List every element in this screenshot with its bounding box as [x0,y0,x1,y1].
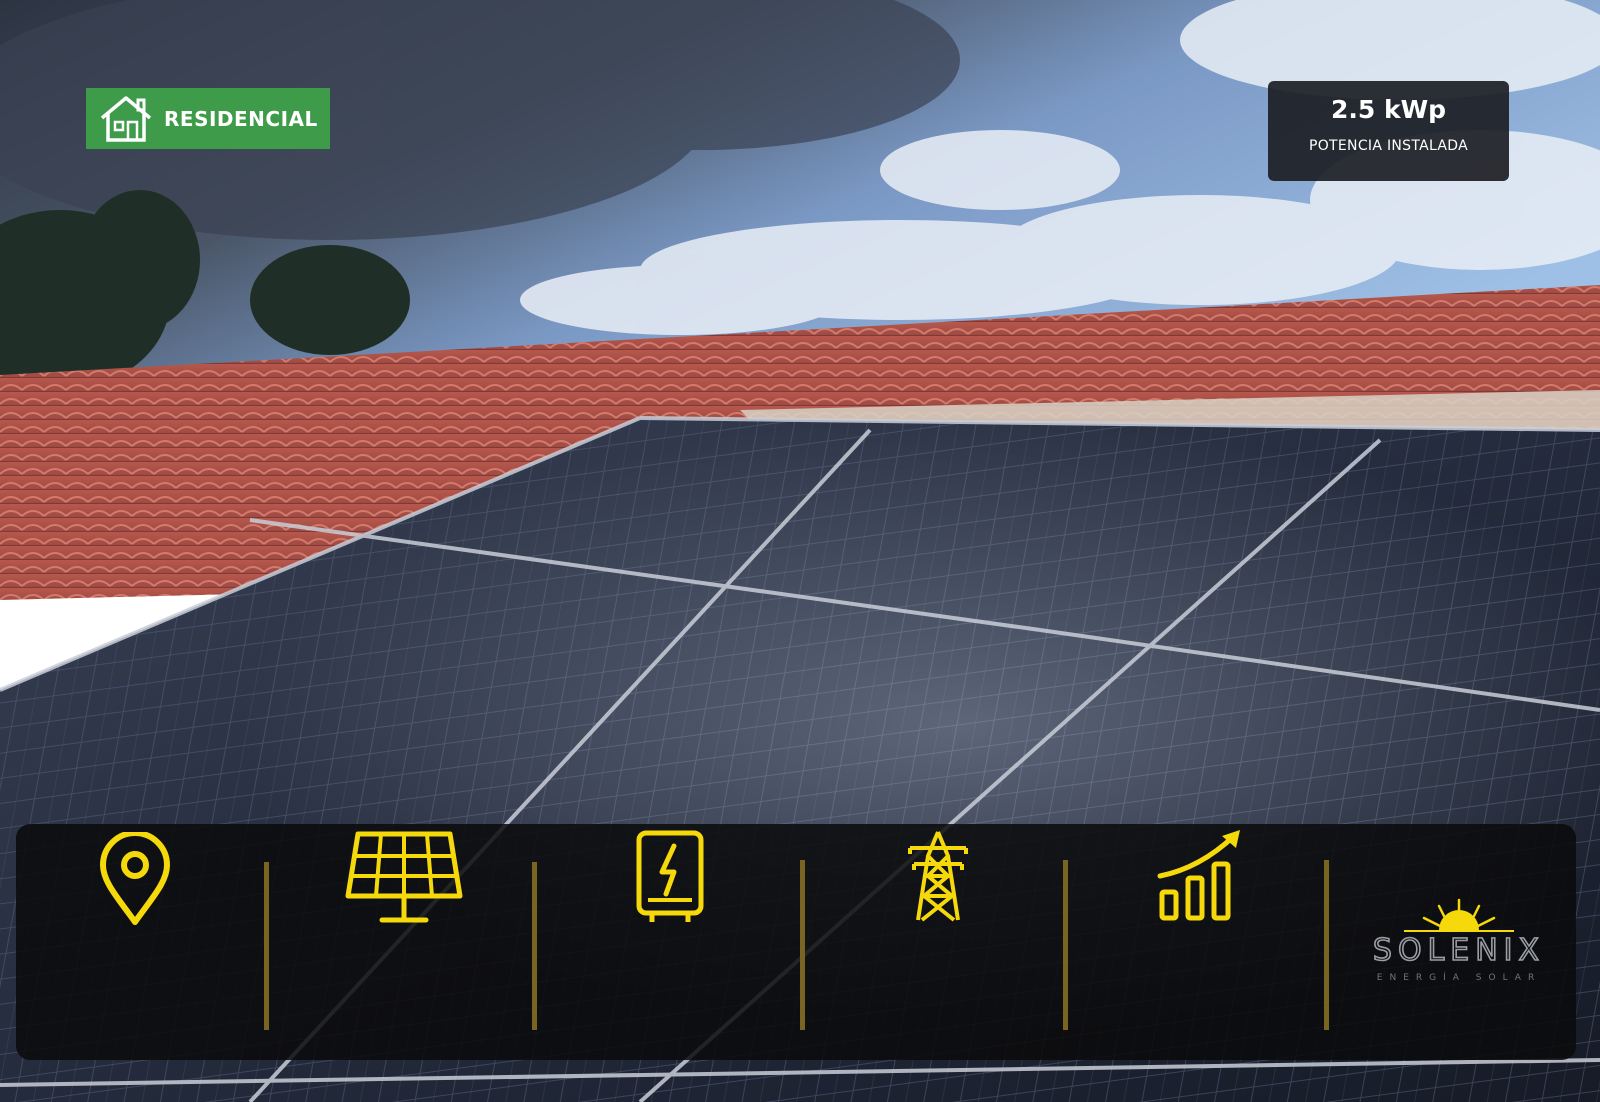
feature-panel: SOLENIX ENERGÍA SOLAR [16,824,1576,1060]
installed-power-card: 2.5 kWp POTENCIA INSTALADA [1268,81,1509,181]
solenix-logo: SOLENIX ENERGÍA SOLAR [1372,898,1545,983]
location-pin-icon [100,832,170,925]
brand-tagline: ENERGÍA SOLAR [1377,971,1541,983]
divider [264,862,269,1030]
residencial-label: RESIDENCIAL [164,106,318,131]
inverter-icon [636,830,704,922]
divider [800,860,805,1030]
house-icon [100,95,152,142]
installed-power-caption: POTENCIA INSTALADA [1308,138,1468,154]
residencial-badge: RESIDENCIAL [86,88,330,149]
installed-power-value: 2.5 kWp [1330,95,1447,124]
divider [532,862,537,1030]
brand-name: SOLENIX [1373,933,1545,968]
growth-chart-icon [1157,830,1240,921]
divider [1324,860,1329,1030]
photo-stage: RESIDENCIAL 2.5 kWp POTENCIA INSTALADA S… [0,0,1600,1102]
divider [1063,860,1068,1030]
sun-icon [1439,910,1479,930]
transmission-tower-icon [908,831,968,922]
solar-panel-icon [345,831,463,923]
